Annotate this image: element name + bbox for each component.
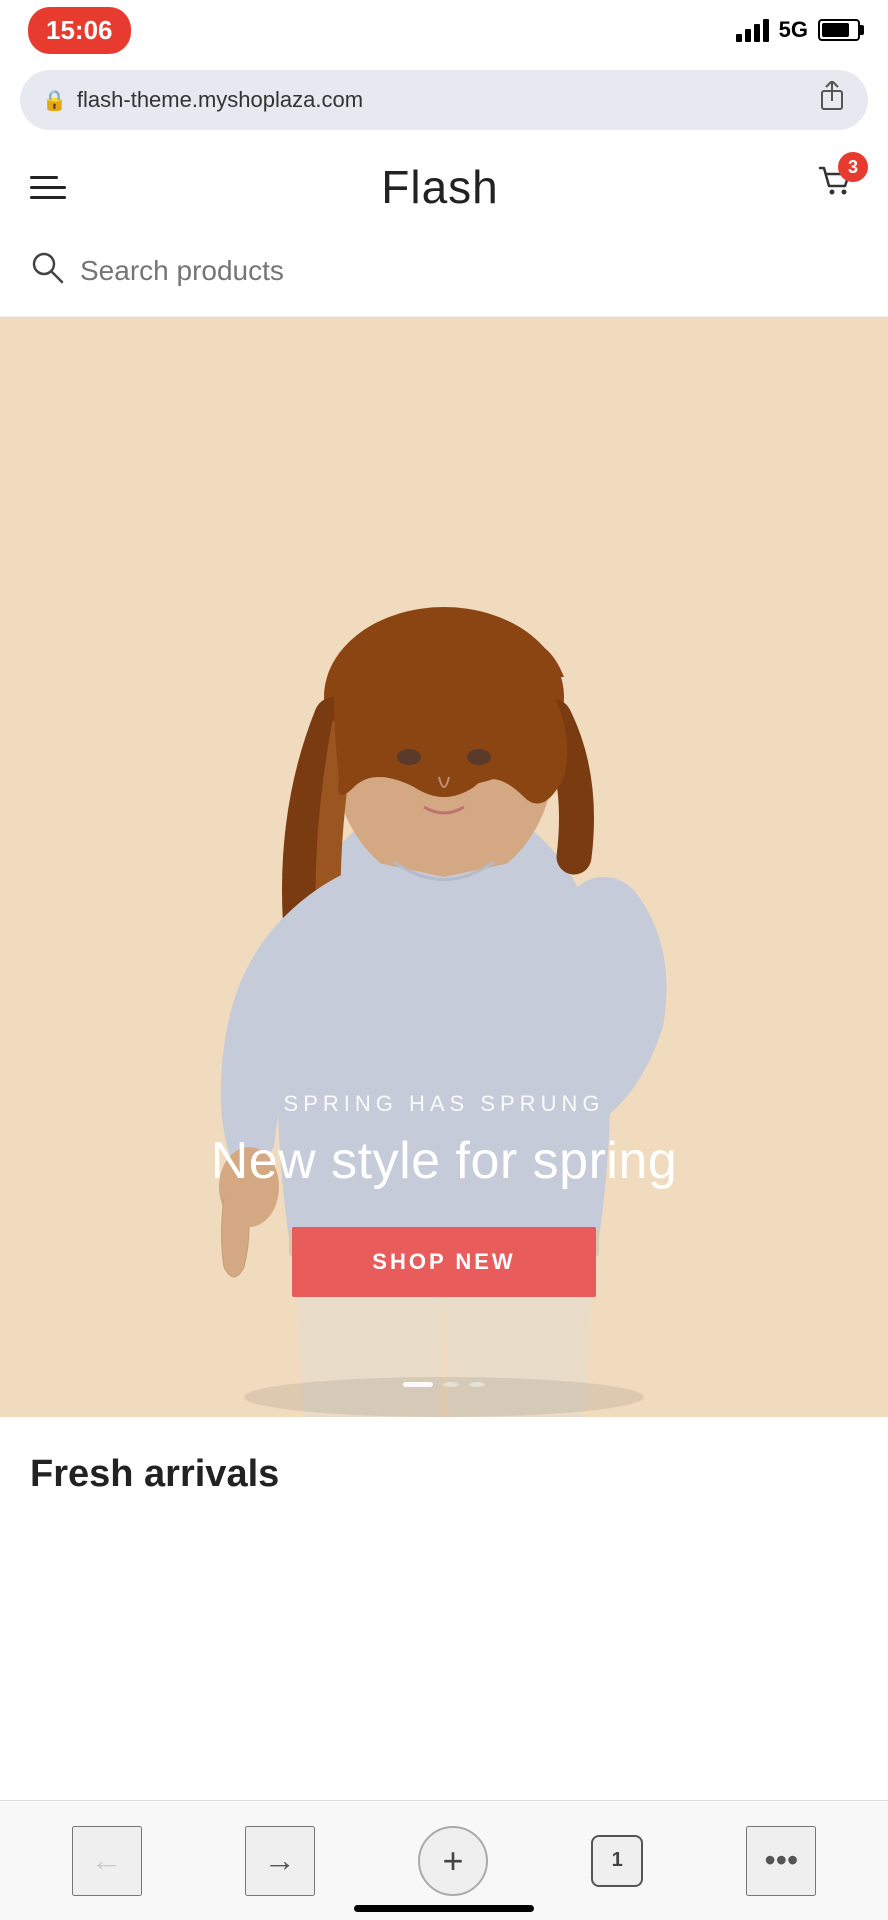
nav-header: Flash 3 [0,140,888,234]
hamburger-menu[interactable] [30,176,66,199]
home-indicator [354,1905,534,1912]
hero-banner: SPRING HAS SPRUNG New style for spring S… [0,317,888,1417]
shop-new-button[interactable]: SHOP NEW [292,1227,595,1297]
signal-icon [736,18,769,42]
cart-button[interactable]: 3 [814,160,858,214]
hero-dot-3 [469,1382,485,1387]
hero-title: New style for spring [0,1131,888,1191]
status-time: 15:06 [28,7,131,54]
tabs-button[interactable]: 1 [591,1835,643,1887]
new-tab-button[interactable]: + [418,1826,488,1896]
status-bar: 15:06 5G [0,0,888,60]
hamburger-line-1 [30,176,58,179]
search-icon [30,250,64,292]
lock-icon: 🔒 [42,88,67,113]
hamburger-line-2 [30,186,66,189]
hamburger-line-3 [30,196,66,199]
cart-badge: 3 [838,152,868,182]
browser-bar: ← → + 1 ••• [0,1800,888,1920]
more-button[interactable]: ••• [746,1826,816,1896]
network-label: 5G [779,17,808,43]
hero-text-block: SPRING HAS SPRUNG New style for spring S… [0,1091,888,1297]
share-icon[interactable] [818,81,846,120]
status-right: 5G [736,17,860,43]
battery-icon [818,19,860,41]
url-text: flash-theme.myshoplaza.com [77,87,363,113]
hero-subtitle: SPRING HAS SPRUNG [0,1091,888,1117]
hero-dots [403,1382,485,1387]
fresh-arrivals-section: Fresh arrivals [0,1417,888,1516]
forward-button[interactable]: → [245,1826,315,1896]
hero-dot-2 [443,1382,459,1387]
site-title: Flash [381,160,498,214]
search-input[interactable] [80,255,858,287]
url-bar[interactable]: 🔒 flash-theme.myshoplaza.com [20,70,868,130]
search-bar[interactable] [0,234,888,317]
back-button[interactable]: ← [72,1826,142,1896]
section-title: Fresh arrivals [30,1453,858,1496]
hero-dot-active [403,1382,433,1387]
